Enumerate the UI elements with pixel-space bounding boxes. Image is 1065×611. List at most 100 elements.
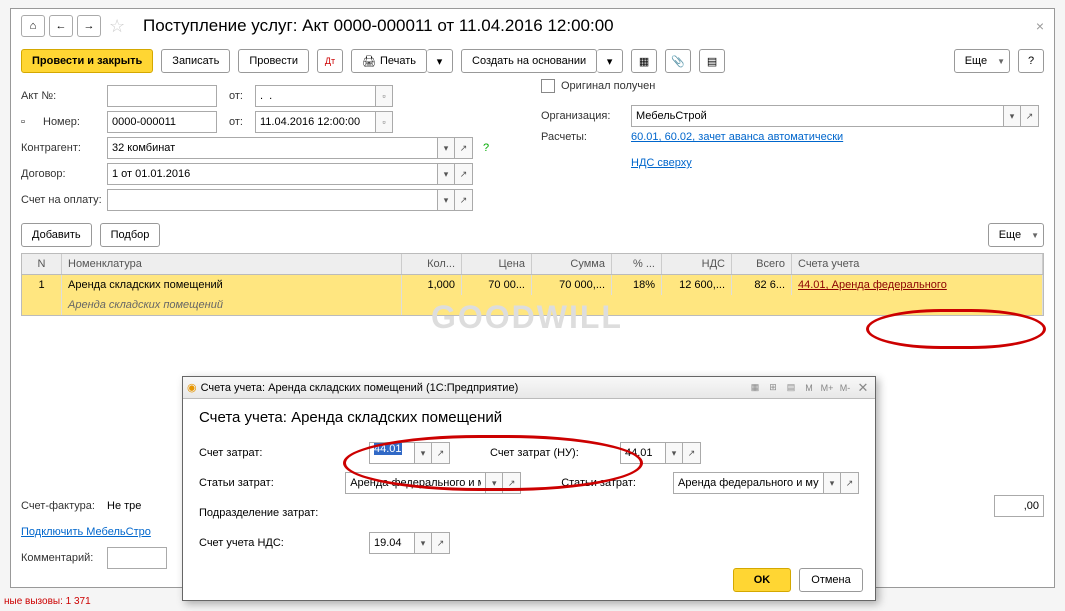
org-label: Организация: (541, 110, 631, 122)
calc-link[interactable]: 60.01, 60.02, зачет аванса автоматически (631, 131, 843, 143)
dialog-close-icon[interactable]: ✕ (855, 380, 871, 396)
ok-button[interactable]: OK (733, 568, 791, 592)
akt-number-input[interactable] (107, 85, 217, 107)
account-link[interactable]: 44.01, Аренда федерального (798, 279, 947, 291)
from-label: от: (221, 90, 251, 102)
th-total[interactable]: Всего (732, 254, 792, 274)
page-title: Поступление услуг: Акт 0000-000011 от 11… (143, 16, 614, 36)
table-row[interactable]: 1 Аренда складских помещений 1,000 70 00… (22, 275, 1043, 295)
dialog-wintitle: Счета учета: Аренда складских помещений … (201, 382, 519, 394)
tb-icon[interactable]: ▦ (747, 380, 763, 396)
table-row-sub[interactable]: Аренда складских помещений (22, 295, 1043, 315)
nds-acct-label: Счет учета НДС: (199, 537, 369, 549)
comment-label: Комментарий: (21, 552, 103, 564)
open-icon[interactable]: ↗ (503, 472, 521, 494)
tb-mplus[interactable]: M+ (819, 380, 835, 396)
th-nom[interactable]: Номенклатура (62, 254, 402, 274)
th-acct[interactable]: Счета учета (792, 254, 1043, 274)
dropdown-icon[interactable]: ▾ (823, 472, 841, 494)
print-button[interactable]: 🖨 Печать (351, 49, 427, 73)
open-icon[interactable]: ↗ (455, 137, 473, 159)
open-icon[interactable]: ↗ (683, 442, 701, 464)
th-qty[interactable]: Кол... (402, 254, 462, 274)
tb-icon[interactable]: ▤ (783, 380, 799, 396)
cost-acct-nu-input[interactable] (620, 442, 665, 464)
th-sum[interactable]: Сумма (532, 254, 612, 274)
dropdown-icon[interactable]: ▾ (485, 472, 503, 494)
dropdown-icon[interactable]: ▾ (1003, 105, 1021, 127)
post-button[interactable]: Провести (238, 49, 309, 73)
invoice-input[interactable] (107, 189, 437, 211)
cost-item-input[interactable] (345, 472, 485, 494)
forward-button[interactable]: → (77, 15, 101, 37)
dept-label: Подразделение затрат: (199, 507, 369, 519)
more-button[interactable]: Еще (954, 49, 1010, 73)
dialog-title: Счета учета: Аренда складских помещений (199, 409, 859, 426)
akt-label: Акт №: (21, 90, 103, 102)
dropdown-icon[interactable]: ▾ (414, 442, 432, 464)
favorite-icon[interactable]: ☆ (109, 16, 129, 36)
tb-icon[interactable]: ⊞ (765, 380, 781, 396)
th-pct[interactable]: % ... (612, 254, 662, 274)
org-input[interactable] (631, 105, 1003, 127)
post-and-close-button[interactable]: Провести и закрыть (21, 49, 153, 73)
tb-mminus[interactable]: M- (837, 380, 853, 396)
dropdown-icon[interactable]: ▾ (665, 442, 683, 464)
cost-item2-label: Статьи затрат: (561, 477, 673, 489)
create-based-button[interactable]: Создать на основании (461, 49, 597, 73)
open-icon[interactable]: ↗ (455, 163, 473, 185)
tb-m[interactable]: M (801, 380, 817, 396)
status-text: ные вызовы: 1 371 (4, 596, 91, 607)
save-button[interactable]: Записать (161, 49, 230, 73)
print-dropdown[interactable]: ▾ (427, 49, 453, 73)
app-icon: ◉ (187, 381, 197, 394)
home-button[interactable]: ⌂ (21, 15, 45, 37)
table-more-button[interactable]: Еще (988, 223, 1044, 247)
cost-acct-input[interactable]: 44.01 (374, 443, 402, 455)
tool-icon-3[interactable]: ▤ (699, 49, 725, 73)
calc-label: Расчеты: (541, 131, 631, 143)
pick-button[interactable]: Подбор (100, 223, 161, 247)
add-button[interactable]: Добавить (21, 223, 92, 247)
create-based-dropdown[interactable]: ▾ (597, 49, 623, 73)
original-checkbox[interactable] (541, 79, 555, 93)
cal-icon[interactable]: ▫ (375, 85, 393, 107)
original-label: Оригинал получен (561, 80, 655, 92)
akt-date-input[interactable] (255, 85, 375, 107)
th-n[interactable]: N (22, 254, 62, 274)
close-icon[interactable]: × (1036, 18, 1044, 34)
number-label: Номер: (43, 116, 103, 128)
info-icon[interactable]: ? (483, 142, 489, 154)
nds-link[interactable]: НДС сверху (631, 157, 692, 169)
back-button[interactable]: ← (49, 15, 73, 37)
total-input[interactable] (994, 495, 1044, 517)
contragent-label: Контрагент: (21, 142, 103, 154)
dt-kt-button[interactable]: Дт (317, 49, 343, 73)
th-nds[interactable]: НДС (662, 254, 732, 274)
open-icon[interactable]: ↗ (841, 472, 859, 494)
th-price[interactable]: Цена (462, 254, 532, 274)
cost-item2-input[interactable] (673, 472, 823, 494)
cancel-button[interactable]: Отмена (799, 568, 863, 592)
attach-icon[interactable]: 📎 (665, 49, 691, 73)
contragent-input[interactable] (107, 137, 437, 159)
cost-acct-label: Счет затрат: (199, 447, 369, 459)
comment-input[interactable] (107, 547, 167, 569)
date-input[interactable] (255, 111, 375, 133)
dropdown-icon[interactable]: ▾ (437, 189, 455, 211)
sf-label: Счет-фактура: (21, 500, 103, 512)
dropdown-icon[interactable]: ▾ (437, 137, 455, 159)
dropdown-icon[interactable]: ▾ (437, 163, 455, 185)
tool-icon-1[interactable]: ▦ (631, 49, 657, 73)
cal-icon[interactable]: ▫ (375, 111, 393, 133)
help-button[interactable]: ? (1018, 49, 1044, 73)
connect-link[interactable]: Подключить МебельСтро (21, 526, 151, 538)
contract-input[interactable] (107, 163, 437, 185)
open-icon[interactable]: ↗ (432, 442, 450, 464)
dropdown-icon[interactable]: ▾ (414, 532, 432, 554)
open-icon[interactable]: ↗ (432, 532, 450, 554)
nds-acct-input[interactable] (369, 532, 414, 554)
number-input[interactable] (107, 111, 217, 133)
open-icon[interactable]: ↗ (455, 189, 473, 211)
open-icon[interactable]: ↗ (1021, 105, 1039, 127)
